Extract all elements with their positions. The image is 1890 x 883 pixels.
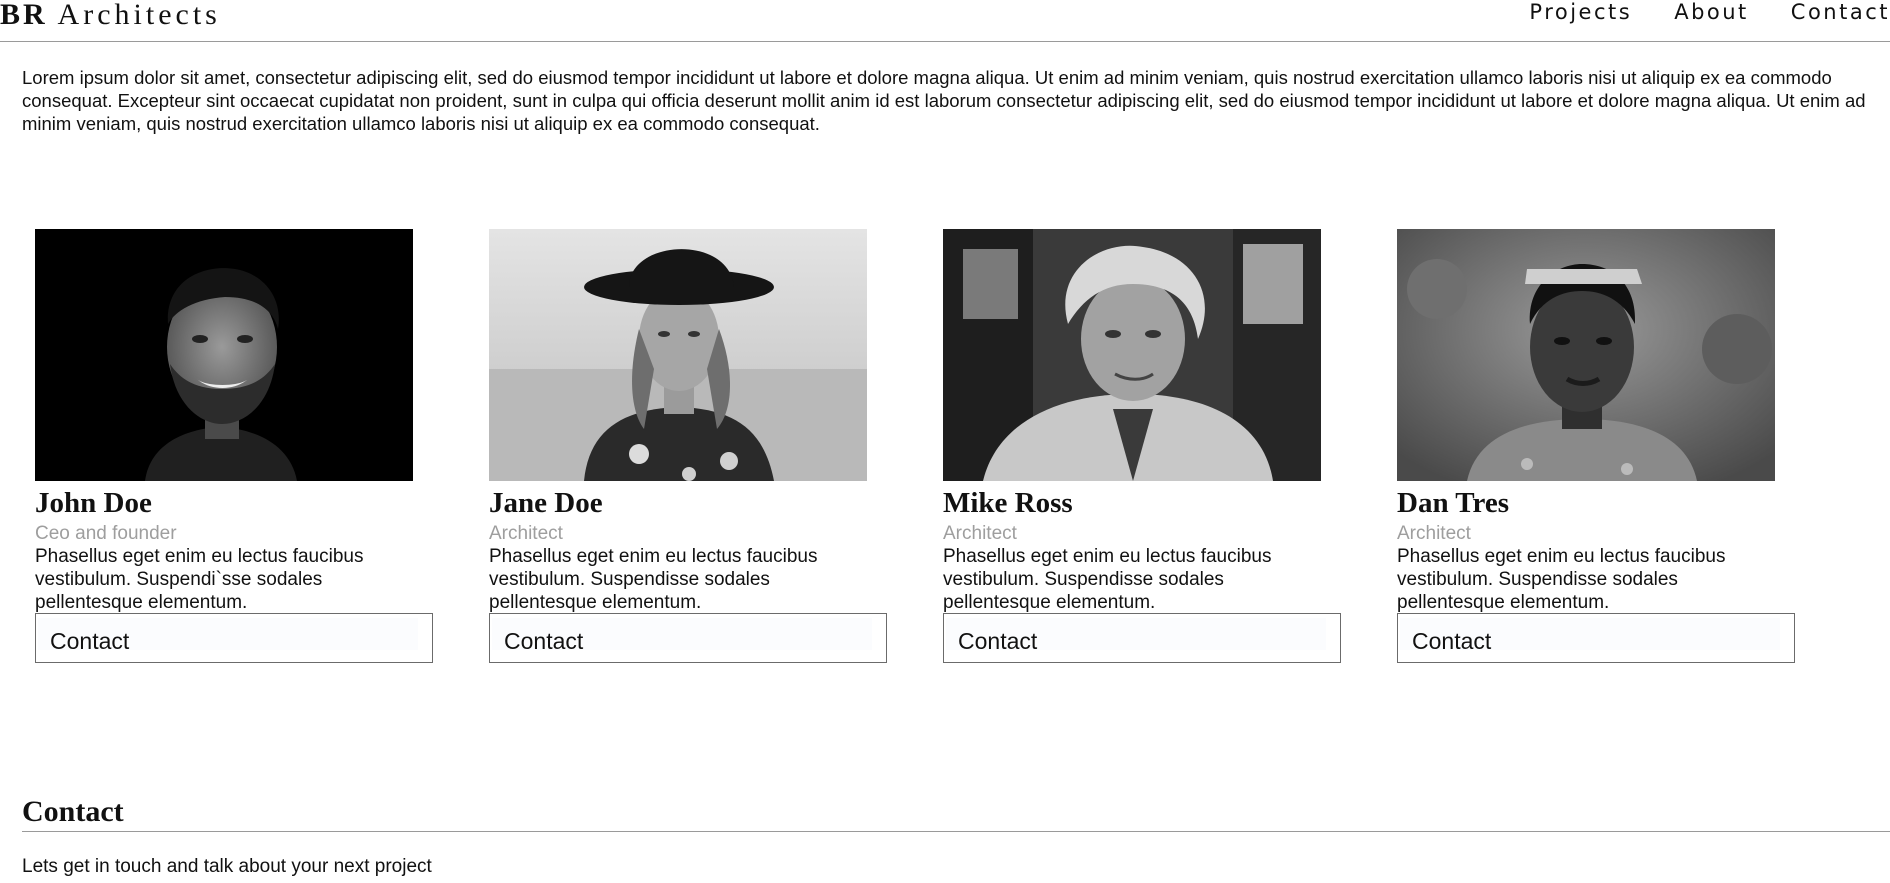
contact-button[interactable]: Contact — [1397, 613, 1795, 663]
team-member-photo — [35, 229, 413, 481]
brand-initials: BR — [0, 0, 48, 31]
team-member-description: Phasellus eget enim eu lectus faucibus v… — [35, 546, 364, 613]
contact-button-label: Contact — [50, 627, 130, 654]
team-member-name: Mike Ross — [943, 487, 1073, 519]
team-member-name: Jane Doe — [489, 487, 603, 519]
team-member-role: Ceo and founder — [35, 523, 177, 544]
team-member-name: John Doe — [35, 487, 152, 519]
nav-contact-link[interactable]: Contact — [1791, 0, 1890, 24]
team-member-description: Phasellus eget enim eu lectus faucibus v… — [943, 546, 1272, 613]
team-member-role: Architect — [943, 523, 1017, 544]
contact-button-label: Contact — [504, 627, 584, 654]
team-member-photo — [1397, 229, 1775, 481]
team-member-photo — [943, 229, 1321, 481]
contact-button-label: Contact — [958, 627, 1038, 654]
team-member-photo — [489, 229, 867, 481]
contact-button[interactable]: Contact — [943, 613, 1341, 663]
divider — [22, 831, 1890, 832]
contact-button[interactable]: Contact — [489, 613, 887, 663]
team-member-description: Phasellus eget enim eu lectus faucibus v… — [1397, 546, 1726, 613]
contact-section-subtitle: Lets get in touch and talk about your ne… — [22, 856, 432, 877]
intro-paragraph: Lorem ipsum dolor sit amet, consectetur … — [22, 67, 1866, 134]
team-member-role: Architect — [1397, 523, 1471, 544]
brand-name: Architects — [57, 0, 221, 31]
main-nav: Projects About Contact — [1529, 0, 1890, 24]
brand-logo[interactable]: BR Architects — [0, 0, 221, 32]
contact-button[interactable]: Contact — [35, 613, 433, 663]
nav-projects-link[interactable]: Projects — [1529, 0, 1632, 24]
team-member-name: Dan Tres — [1397, 487, 1509, 519]
contact-button-label: Contact — [1412, 627, 1492, 654]
team-member-role: Architect — [489, 523, 563, 544]
team-member-description: Phasellus eget enim eu lectus faucibus v… — [489, 546, 818, 613]
nav-about-link[interactable]: About — [1674, 0, 1749, 24]
site-header: BR Architects Projects About Contact — [0, 0, 1890, 42]
contact-section-title: Contact — [22, 795, 124, 828]
